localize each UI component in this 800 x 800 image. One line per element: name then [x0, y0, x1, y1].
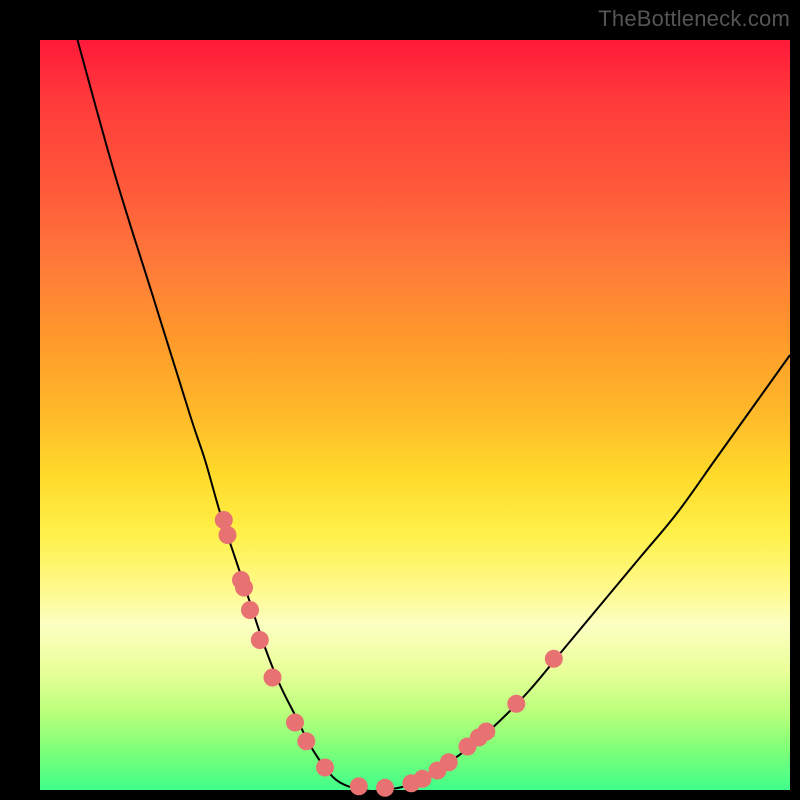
curve-marker — [235, 579, 253, 597]
curve-svg — [40, 40, 790, 790]
curve-marker — [376, 779, 394, 797]
curve-marker — [286, 714, 304, 732]
bottleneck-curve — [78, 40, 791, 791]
curve-marker — [440, 753, 458, 771]
curve-marker — [251, 631, 269, 649]
chart-frame: TheBottleneck.com — [0, 0, 800, 800]
curve-marker — [477, 723, 495, 741]
curve-marker — [545, 650, 563, 668]
curve-marker — [350, 777, 368, 795]
plot-area — [40, 40, 790, 790]
curve-marker — [215, 511, 233, 529]
curve-marker — [241, 601, 259, 619]
curve-marker — [264, 669, 282, 687]
curve-marker — [316, 759, 334, 777]
curve-marker — [297, 732, 315, 750]
curve-marker — [219, 526, 237, 544]
curve-marker — [507, 695, 525, 713]
watermark-text: TheBottleneck.com — [598, 6, 790, 32]
